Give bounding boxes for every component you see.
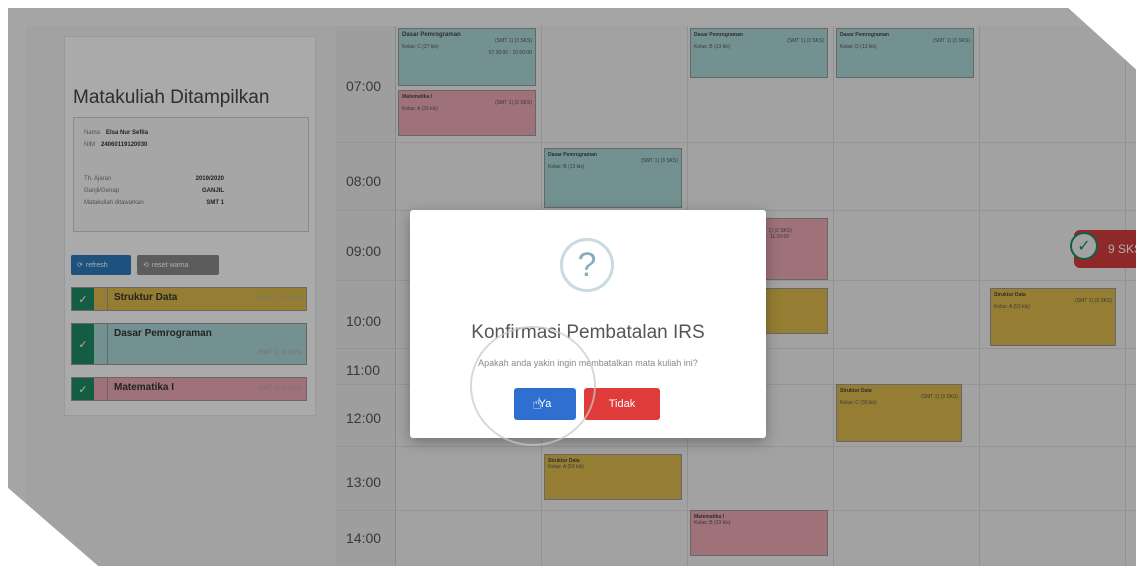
- question-icon: ?: [560, 238, 614, 292]
- hand-cursor-icon: ☝: [532, 396, 542, 413]
- screenshot-frame: Matakuliah Ditampilkan Nama Elsa Nur Sef…: [8, 8, 1136, 566]
- click-highlight-ring: [470, 326, 596, 446]
- dialog-title: Konfirmasi Pembatalan IRS: [471, 322, 705, 343]
